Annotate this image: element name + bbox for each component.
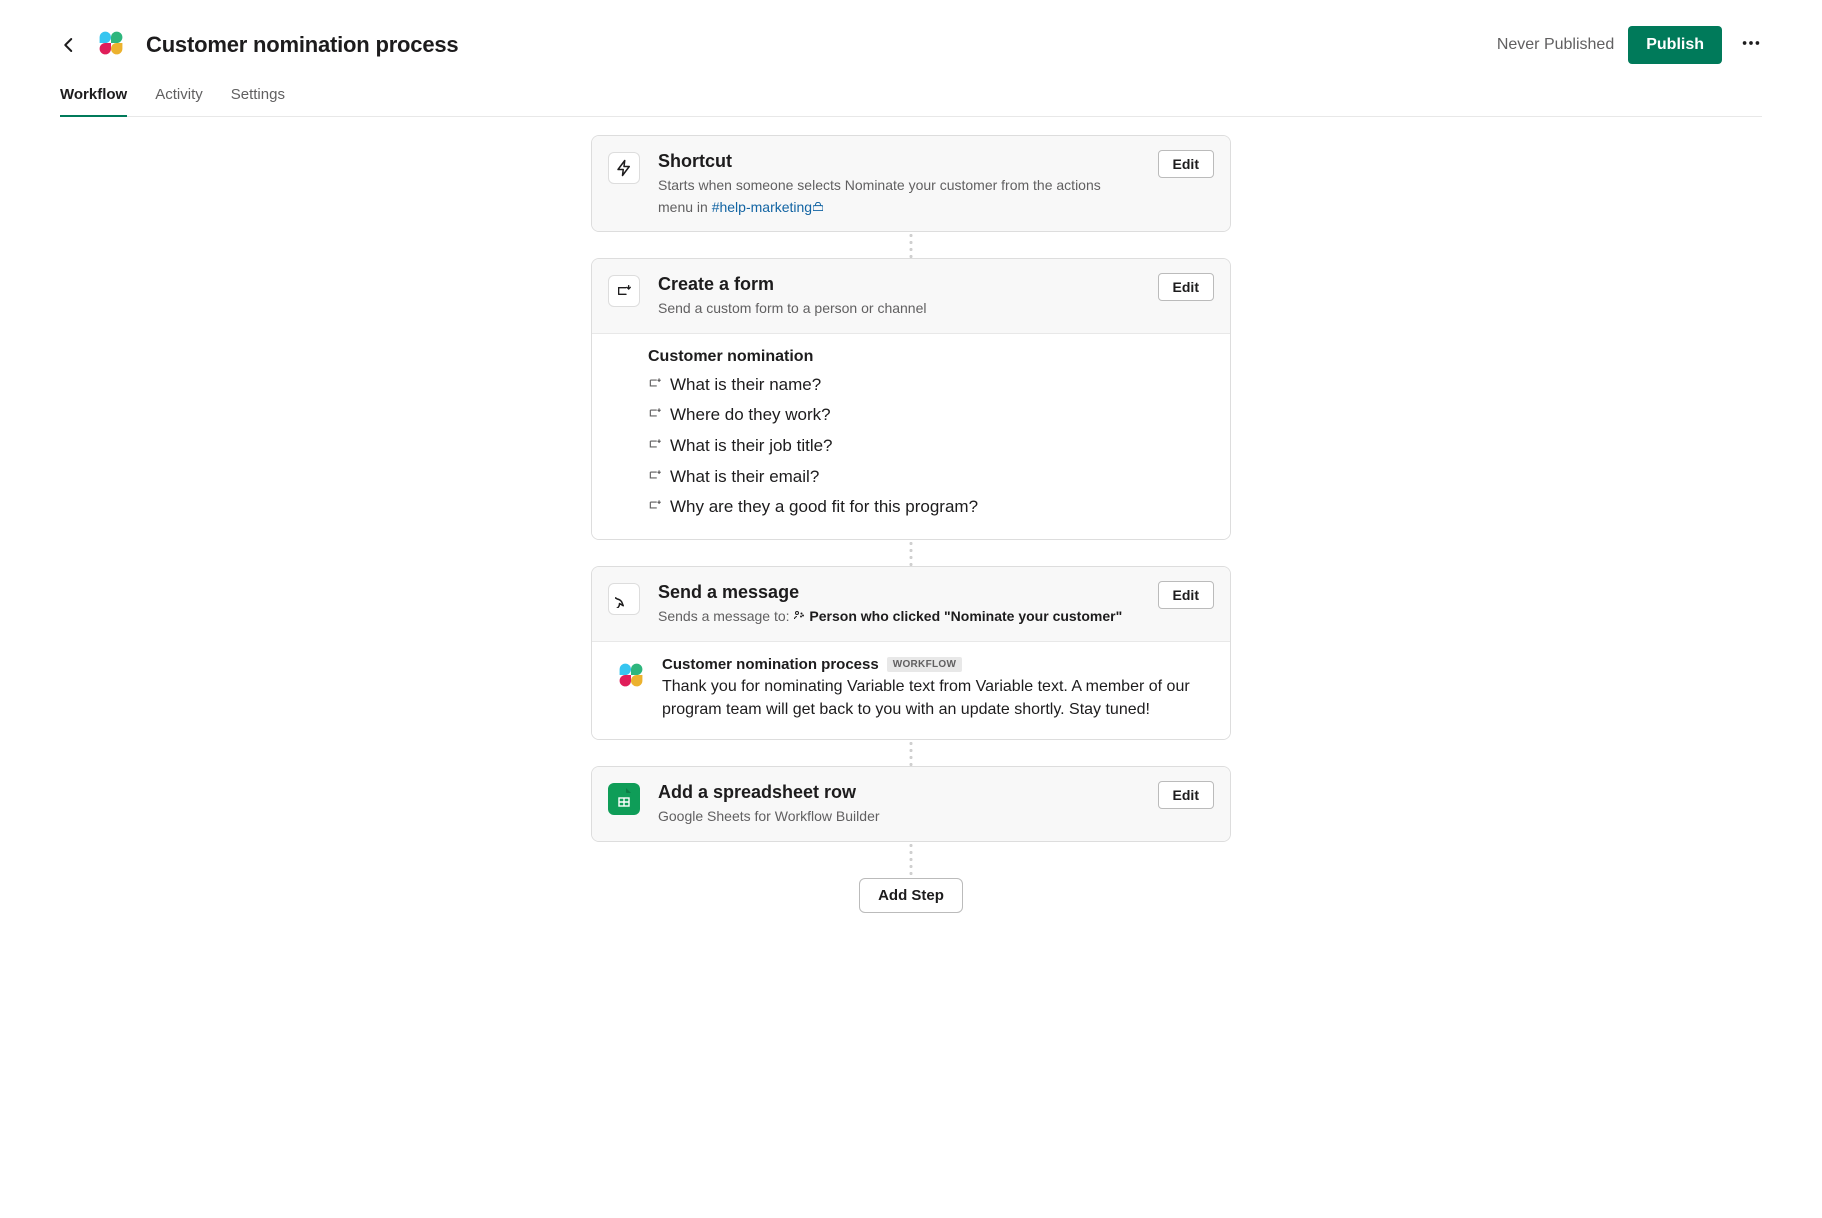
lock-icon [813,196,823,204]
workflow-avatar-icon [612,656,650,694]
step-description: Google Sheets for Workflow Builder [658,806,1140,826]
step-shortcut: Shortcut Starts when someone selects Nom… [591,135,1231,232]
message-icon [608,583,640,615]
page-title: Customer nomination process [146,32,1497,58]
edit-button[interactable]: Edit [1158,781,1214,809]
step-create-form: Create a form Send a custom form to a pe… [591,258,1231,540]
publish-status-text: Never Published [1497,36,1614,54]
step-title: Create a form [658,273,1140,296]
person-variable-icon [793,606,805,626]
workflow-badge: WORKFLOW [887,657,963,672]
tab-workflow[interactable]: Workflow [60,80,127,117]
step-connector [908,842,914,878]
slack-logo-icon [92,24,130,66]
step-connector [908,540,914,566]
edit-button[interactable]: Edit [1158,273,1214,301]
edit-button[interactable]: Edit [1158,150,1214,178]
channel-link[interactable]: #help-marketing [712,199,812,215]
step-title: Add a spreadsheet row [658,781,1140,804]
form-question: Where do they work? [648,400,1174,431]
step-description: Sends a message to: Person who clicked "… [658,606,1140,626]
step-send-message: Send a message Sends a message to: Perso… [591,566,1231,740]
form-title: Customer nomination [648,348,1174,366]
add-step-button[interactable]: Add Step [859,878,963,913]
form-question: What is their email? [648,462,1174,493]
step-description: Send a custom form to a person or channe… [658,298,1140,318]
edit-button[interactable]: Edit [1158,581,1214,609]
form-question: What is their name? [648,370,1174,401]
form-question: What is their job title? [648,431,1174,462]
message-sender: Customer nomination process [662,656,879,673]
message-preview: Customer nomination process WORKFLOW Tha… [592,641,1230,739]
publish-button[interactable]: Publish [1628,26,1722,64]
text-field-icon [648,403,662,428]
tab-settings[interactable]: Settings [231,80,285,117]
step-connector [908,232,914,258]
workflow-canvas: Shortcut Starts when someone selects Nom… [60,117,1762,913]
step-title: Send a message [658,581,1140,604]
form-preview: Customer nomination What is their name? … [592,333,1230,539]
header-bar: Customer nomination process Never Publis… [60,0,1762,80]
step-description: Starts when someone selects Nominate you… [658,175,1140,217]
google-sheets-icon [608,783,640,815]
back-icon[interactable] [60,36,78,54]
step-title: Shortcut [658,150,1140,173]
more-actions-icon[interactable] [1740,32,1762,58]
message-body: Thank you for nominating Variable text f… [662,675,1210,721]
tab-activity[interactable]: Activity [155,80,203,117]
shortcut-icon [608,152,640,184]
recipient-text: Person who clicked "Nominate your custom… [809,606,1122,626]
text-field-icon [648,495,662,520]
form-icon [608,275,640,307]
text-field-icon [648,465,662,490]
text-field-icon [648,373,662,398]
step-spreadsheet-row: Add a spreadsheet row Google Sheets for … [591,766,1231,842]
form-question: Why are they a good fit for this program… [648,492,1174,523]
tab-bar: Workflow Activity Settings [60,80,1762,117]
text-field-icon [648,434,662,459]
step-connector [908,740,914,766]
